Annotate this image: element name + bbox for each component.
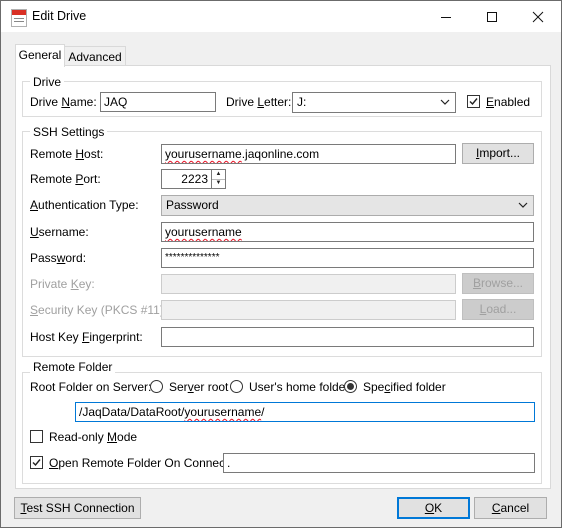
enabled-checkbox[interactable]: [467, 95, 480, 108]
drive-letter-label: Drive Letter:: [226, 95, 292, 109]
chevron-down-icon: [518, 202, 528, 208]
server-root-radio[interactable]: [150, 380, 163, 393]
security-key-field: [161, 300, 456, 320]
app-icon: [11, 9, 27, 27]
username-field[interactable]: yourusername: [161, 222, 534, 242]
cancel-button[interactable]: Cancel: [474, 497, 547, 519]
remote-folder-group-title: Remote Folder: [30, 360, 116, 374]
private-key-field: [161, 274, 456, 294]
auth-type-select[interactable]: Password: [161, 195, 534, 216]
port-spinner[interactable]: ▲ ▼: [211, 169, 226, 189]
maximize-button[interactable]: [469, 1, 515, 32]
read-only-mode-label: Read-only Mode: [49, 430, 138, 444]
remote-port-label: Remote Port:: [30, 172, 101, 186]
checkmark-icon: [32, 459, 41, 467]
home-folder-label: User's home folder: [249, 380, 350, 394]
host-key-fingerprint-label: Host Key Fingerprint:: [30, 330, 143, 344]
maximize-icon: [487, 11, 497, 22]
minimize-button[interactable]: [423, 1, 469, 32]
test-ssh-connection-button[interactable]: Test SSH Connection: [14, 497, 141, 519]
specified-folder-radio[interactable]: [344, 380, 357, 393]
title-bar[interactable]: Edit Drive: [1, 1, 561, 32]
server-root-label: Server root: [169, 380, 229, 394]
load-button: Load...: [462, 299, 534, 320]
tab-general[interactable]: General: [15, 44, 65, 67]
private-key-label: Private Key:: [30, 277, 95, 291]
home-folder-radio[interactable]: [230, 380, 243, 393]
auth-type-label: Authentication Type:: [30, 198, 139, 212]
read-only-mode-checkbox[interactable]: [30, 430, 43, 443]
enabled-label: Enabled: [486, 95, 531, 109]
open-remote-folder-label: Open Remote Folder On Connect:: [49, 456, 232, 470]
window-title: Edit Drive: [32, 9, 87, 23]
username-label: Username:: [30, 225, 89, 239]
ok-button[interactable]: OK: [397, 497, 470, 519]
drive-name-field[interactable]: JAQ: [100, 92, 216, 112]
close-button[interactable]: [515, 1, 561, 32]
chevron-down-icon: [440, 99, 450, 105]
tab-advanced[interactable]: Advanced: [64, 46, 126, 67]
drive-group-title: Drive: [30, 75, 65, 89]
password-field[interactable]: **************: [161, 248, 534, 268]
spin-down-icon[interactable]: ▼: [212, 179, 225, 188]
open-remote-folder-field[interactable]: .: [223, 453, 535, 473]
host-key-fingerprint-field[interactable]: [161, 327, 534, 347]
drive-name-label: Drive Name:: [30, 95, 97, 109]
open-remote-folder-checkbox[interactable]: [30, 456, 43, 469]
security-key-label: Security Key (PKCS #11):: [30, 303, 168, 317]
ssh-settings-group-title: SSH Settings: [30, 125, 108, 139]
password-label: Password:: [30, 251, 87, 265]
import-button[interactable]: Import...: [462, 143, 534, 164]
ssh-settings-group: [22, 131, 542, 357]
edit-drive-dialog: Edit Drive General Advanced Drive Drive …: [0, 0, 562, 528]
close-icon: [532, 11, 544, 22]
minimize-icon: [441, 16, 451, 18]
drive-letter-select[interactable]: J:: [292, 92, 456, 113]
specified-folder-label: Specified folder: [363, 380, 446, 394]
remote-host-label: Remote Host:: [30, 147, 104, 161]
general-tab-panel: Drive Drive Name: JAQ Drive Letter: J: E…: [15, 65, 551, 489]
checkmark-icon: [469, 98, 478, 106]
browse-button: Browse...: [462, 273, 534, 294]
specified-folder-path-field[interactable]: /JaqData/DataRoot/yourusername/: [75, 402, 535, 422]
remote-port-field[interactable]: 2223: [161, 169, 212, 189]
root-folder-label: Root Folder on Server:: [30, 380, 152, 394]
remote-host-field[interactable]: yourusername.jaqonline.com: [161, 144, 456, 164]
